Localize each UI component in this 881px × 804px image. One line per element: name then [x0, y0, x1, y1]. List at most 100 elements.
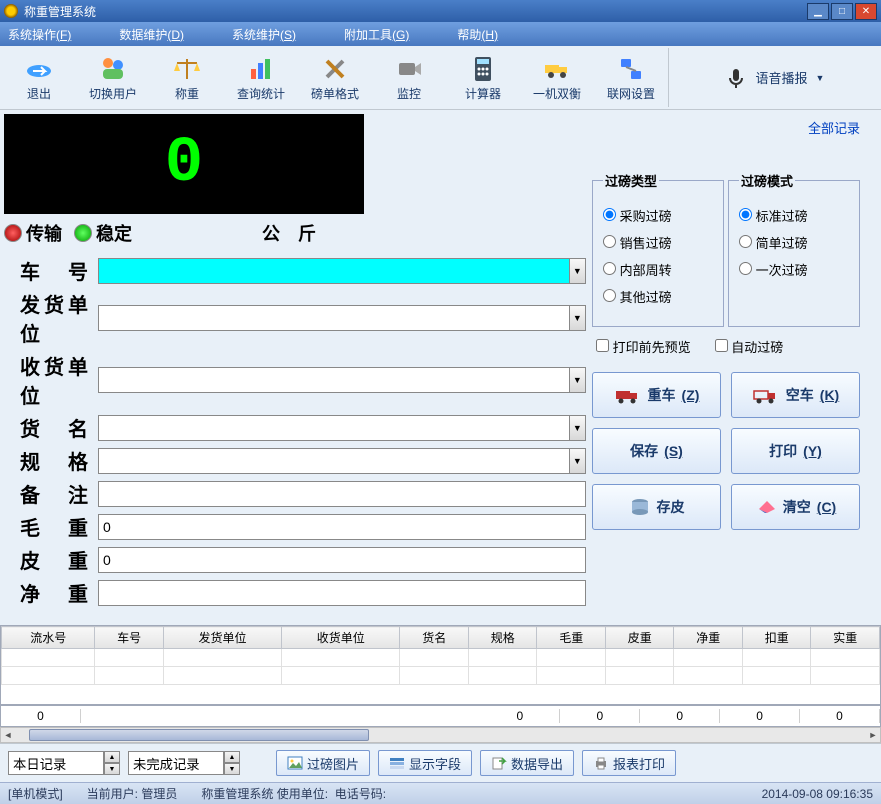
status-bar: [单机模式] 当前用户: 管理员 称重管理系统 使用单位: 电话号码: 2014…: [0, 782, 881, 804]
col-receiver[interactable]: 收货单位: [282, 627, 400, 649]
radio-other[interactable]: 其他过磅: [603, 287, 713, 306]
input-vehicle[interactable]: [98, 258, 569, 284]
dropdown-arrow-icon[interactable]: ▼: [569, 305, 586, 331]
check-auto[interactable]: 自动过磅: [715, 337, 784, 356]
calculator-icon: [467, 53, 499, 85]
input-gross[interactable]: [98, 514, 586, 540]
close-button[interactable]: ✕: [855, 3, 877, 20]
radio-sale[interactable]: 销售过磅: [603, 233, 713, 252]
input-spec[interactable]: [98, 448, 569, 474]
truck-outline-icon: [752, 385, 780, 405]
label-goods: 货名: [4, 413, 98, 442]
network-icon: [615, 53, 647, 85]
eraser-icon: [755, 499, 777, 515]
printer-icon: [593, 756, 609, 770]
radio-once[interactable]: 一次过磅: [739, 260, 849, 279]
button-show-fields[interactable]: 显示字段: [378, 750, 472, 776]
input-remark[interactable]: [98, 481, 586, 507]
menu-system-maint[interactable]: 系统维护(S): [232, 26, 296, 43]
exit-icon: [23, 53, 55, 85]
chevron-down-icon: ▼: [816, 73, 825, 83]
stable-indicator-icon: [74, 224, 92, 242]
radio-simple[interactable]: 简单过磅: [739, 233, 849, 252]
button-weigh-image[interactable]: 过磅图片: [276, 750, 370, 776]
button-save[interactable]: 保存(S): [592, 428, 721, 474]
export-icon: [491, 756, 507, 770]
radio-internal[interactable]: 内部周转: [603, 260, 713, 279]
button-report-print[interactable]: 报表打印: [582, 750, 676, 776]
col-vehicle[interactable]: 车号: [95, 627, 164, 649]
col-net[interactable]: 净重: [674, 627, 743, 649]
button-print[interactable]: 打印(Y): [731, 428, 860, 474]
col-serial[interactable]: 流水号: [2, 627, 95, 649]
menu-tools[interactable]: 附加工具(G): [344, 26, 409, 43]
minimize-button[interactable]: ▁: [807, 3, 829, 20]
input-receiver[interactable]: [98, 367, 569, 393]
group-weigh-mode: 过磅模式 标准过磅 简单过磅 一次过磅: [728, 171, 860, 327]
bottom-toolbar: ▲▼ ▲▼ 过磅图片 显示字段 数据导出 报表打印: [0, 743, 881, 782]
toolbar-voice[interactable]: 语音播报 ▼: [668, 48, 879, 107]
input-sender[interactable]: [98, 305, 569, 331]
dropdown-arrow-icon[interactable]: ▼: [569, 367, 586, 393]
col-deduct[interactable]: 扣重: [742, 627, 811, 649]
toolbar-monitor[interactable]: 监控: [372, 48, 446, 107]
unit-label: 公斤: [262, 220, 334, 246]
button-clear[interactable]: 清空(C): [731, 484, 860, 530]
maximize-button[interactable]: □: [831, 3, 853, 20]
menu-help[interactable]: 帮助(H): [457, 26, 498, 43]
input-goods[interactable]: [98, 415, 569, 441]
app-icon: [4, 4, 18, 18]
button-heavy[interactable]: 重车(Z): [592, 372, 721, 418]
toolbar-weigh[interactable]: 称重: [150, 48, 224, 107]
title-bar: 称重管理系统 ▁ □ ✕: [0, 0, 881, 22]
fields-icon: [389, 756, 405, 770]
link-all-records[interactable]: 全部记录: [808, 121, 860, 136]
filter-status[interactable]: ▲▼: [128, 751, 240, 775]
table-row[interactable]: [2, 649, 880, 667]
status-user: 当前用户: 管理员: [87, 785, 178, 802]
dropdown-arrow-icon[interactable]: ▼: [569, 258, 586, 284]
col-sender[interactable]: 发货单位: [163, 627, 281, 649]
filter-date[interactable]: ▲▼: [8, 751, 120, 775]
table-row[interactable]: [2, 667, 880, 685]
col-tare[interactable]: 皮重: [605, 627, 674, 649]
dropdown-arrow-icon[interactable]: ▼: [569, 415, 586, 441]
menu-system-ops[interactable]: 系统操作(F): [8, 26, 71, 43]
window-title: 称重管理系统: [24, 3, 807, 20]
form: 车号▼ 发货单位▼ 收货单位▼ 货名▼ 规格▼ 备注 毛重 皮重 净重: [4, 256, 586, 607]
toolbar-network[interactable]: 联网设置: [594, 48, 668, 107]
button-empty[interactable]: 空车(K): [731, 372, 860, 418]
col-gross[interactable]: 毛重: [537, 627, 606, 649]
radio-standard[interactable]: 标准过磅: [739, 206, 849, 225]
button-store-tare[interactable]: 存皮: [592, 484, 721, 530]
input-tare[interactable]: [98, 547, 586, 573]
horizontal-scrollbar[interactable]: ◄►: [0, 727, 881, 743]
chart-icon: [245, 53, 277, 85]
transmit-indicator-icon: [4, 224, 22, 242]
toolbar-query[interactable]: 查询统计: [224, 48, 298, 107]
status-row: 传输 稳定 公斤: [4, 214, 586, 252]
col-spec[interactable]: 规格: [468, 627, 537, 649]
truck-icon: [541, 53, 573, 85]
records-table[interactable]: 流水号 车号 发货单位 收货单位 货名 规格 毛重 皮重 净重 扣重 实重: [0, 625, 881, 705]
label-tare: 皮重: [4, 545, 98, 574]
dropdown-arrow-icon[interactable]: ▼: [569, 448, 586, 474]
col-goods[interactable]: 货名: [400, 627, 469, 649]
tools-icon: [319, 53, 351, 85]
label-sender: 发货单位: [4, 289, 98, 347]
check-preview[interactable]: 打印前先预览: [596, 337, 691, 356]
radio-purchase[interactable]: 采购过磅: [603, 206, 713, 225]
toolbar-switch-user[interactable]: 切换用户: [76, 48, 150, 107]
label-gross: 毛重: [4, 512, 98, 541]
col-actual[interactable]: 实重: [811, 627, 880, 649]
label-remark: 备注: [4, 479, 98, 508]
toolbar-exit[interactable]: 退出: [2, 48, 76, 107]
button-export[interactable]: 数据导出: [480, 750, 574, 776]
toolbar-calc[interactable]: 计算器: [446, 48, 520, 107]
input-net[interactable]: [98, 580, 586, 606]
menu-data-maint[interactable]: 数据维护(D): [119, 26, 184, 43]
toolbar-dual-scale[interactable]: 一机双衡: [520, 48, 594, 107]
toolbar-template[interactable]: 磅单格式: [298, 48, 372, 107]
users-icon: [97, 53, 129, 85]
weight-value: 0: [165, 128, 203, 200]
